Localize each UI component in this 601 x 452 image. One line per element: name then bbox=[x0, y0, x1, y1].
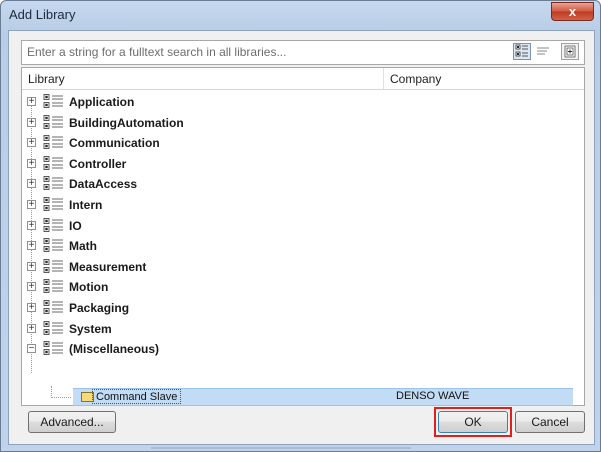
library-icon bbox=[43, 135, 65, 153]
dialog-title: Add Library bbox=[9, 7, 76, 22]
library-icon bbox=[43, 94, 65, 112]
tree-item[interactable]: + Motion bbox=[22, 277, 584, 297]
tree-item[interactable]: + Packaging bbox=[22, 298, 584, 318]
library-icon bbox=[43, 176, 65, 194]
tree-item-label[interactable]: Motion bbox=[69, 280, 108, 294]
cancel-button[interactable]: Cancel bbox=[515, 411, 585, 433]
expand-icon[interactable]: + bbox=[27, 261, 36, 271]
expand-icon[interactable]: + bbox=[27, 303, 36, 313]
add-view-icon bbox=[564, 45, 576, 58]
library-icon bbox=[43, 320, 65, 339]
tree-item-label[interactable]: Application bbox=[69, 95, 134, 109]
tree-item-label[interactable]: (Miscellaneous) bbox=[69, 342, 159, 356]
tree-item-label[interactable]: BuildingAutomation bbox=[69, 116, 184, 130]
title-bar: Add Library x bbox=[1, 1, 600, 29]
tree-item[interactable]: + Communication bbox=[22, 133, 584, 153]
search-input[interactable] bbox=[22, 41, 492, 62]
expand-icon[interactable]: + bbox=[27, 282, 36, 292]
ok-button[interactable]: OK bbox=[438, 411, 508, 433]
tree-item-label[interactable]: Intern bbox=[69, 198, 102, 212]
column-separator[interactable] bbox=[383, 68, 384, 89]
library-icon bbox=[43, 114, 65, 133]
library-icon bbox=[43, 238, 65, 256]
add-view-button[interactable] bbox=[561, 43, 579, 60]
advanced-button[interactable]: Advanced... bbox=[28, 411, 116, 433]
tree-item[interactable]: + Intern bbox=[22, 195, 584, 215]
column-company[interactable]: Company bbox=[390, 72, 441, 86]
library-icon bbox=[43, 279, 65, 297]
tree-connector bbox=[51, 397, 71, 398]
tree-item-label[interactable]: Communication bbox=[69, 136, 160, 150]
library-icon bbox=[43, 341, 65, 359]
tree-item-label[interactable]: Measurement bbox=[69, 260, 146, 274]
library-icon bbox=[43, 300, 65, 318]
tree-item[interactable]: − (Miscellaneous) bbox=[22, 339, 584, 359]
tree-item-label[interactable]: System bbox=[69, 322, 112, 336]
tree-item-label[interactable]: Controller bbox=[69, 157, 126, 171]
library-icon bbox=[43, 155, 65, 174]
tree-item[interactable]: + DataAccess bbox=[22, 174, 584, 194]
tree-view-icon bbox=[515, 44, 528, 57]
close-button[interactable]: x bbox=[551, 2, 594, 21]
window-bottom-edge bbox=[151, 447, 411, 449]
library-icon bbox=[43, 258, 65, 277]
expand-icon[interactable]: + bbox=[27, 138, 36, 148]
tree-item-label[interactable]: IO bbox=[69, 219, 82, 233]
expand-icon[interactable]: + bbox=[27, 97, 36, 107]
tree-item-label[interactable]: Math bbox=[69, 239, 97, 253]
tree-item[interactable]: + IO bbox=[22, 216, 584, 236]
tree-view-button[interactable] bbox=[513, 43, 531, 60]
tree-item-label[interactable]: Packaging bbox=[69, 301, 129, 315]
close-icon: x bbox=[568, 4, 577, 19]
column-library[interactable]: Library bbox=[28, 72, 65, 86]
library-icon bbox=[43, 197, 65, 215]
search-bar bbox=[21, 40, 585, 65]
tree-item[interactable]: + Application bbox=[22, 92, 584, 112]
expand-icon[interactable]: + bbox=[27, 241, 36, 251]
list-view-icon bbox=[537, 47, 549, 55]
tree-item[interactable]: + Math bbox=[22, 236, 584, 256]
selected-library-name[interactable]: Command Slave bbox=[92, 389, 182, 404]
expand-icon[interactable]: + bbox=[27, 323, 36, 333]
tree-item[interactable]: + BuildingAutomation bbox=[22, 113, 584, 133]
expand-icon[interactable]: + bbox=[27, 220, 36, 230]
add-library-dialog: Add Library x Enter a string for a fullt… bbox=[0, 0, 601, 452]
list-view-button[interactable] bbox=[535, 43, 553, 60]
tree-item[interactable]: + Controller bbox=[22, 154, 584, 174]
collapse-icon[interactable]: − bbox=[27, 344, 36, 354]
library-tree[interactable]: Library Company + Application + BuildingAut… bbox=[21, 67, 585, 406]
expand-icon[interactable]: + bbox=[27, 179, 36, 189]
tree-item-label[interactable]: DataAccess bbox=[69, 177, 137, 191]
selected-library-company: DENSO WAVE bbox=[396, 390, 470, 402]
tree-item[interactable]: + System bbox=[22, 319, 584, 339]
expand-icon[interactable]: + bbox=[27, 117, 36, 127]
dialog-content: Library Company + Application + BuildingAut… bbox=[8, 30, 595, 445]
expand-icon[interactable]: + bbox=[27, 200, 36, 210]
tree-item[interactable]: + Measurement bbox=[22, 257, 584, 277]
library-icon bbox=[43, 217, 65, 236]
column-header: Library Company bbox=[22, 68, 584, 90]
expand-icon[interactable]: + bbox=[27, 158, 36, 168]
